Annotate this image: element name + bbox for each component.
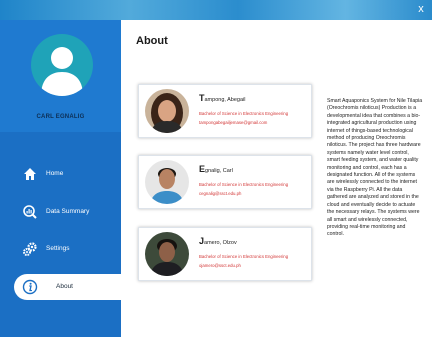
member-email: tampongabegailjemase@gmail.com — [199, 120, 268, 125]
member-degree: Bachelor of Science in Electronics Engin… — [199, 182, 289, 187]
member-name: Egnalig, Carl — [199, 164, 233, 174]
home-icon — [24, 168, 36, 180]
about-window: x CARL EGNALIG Home Data Summary Setting… — [0, 0, 432, 337]
sidebar: CARL EGNALIG Home Data Summary Settings … — [0, 20, 121, 337]
chart-search-icon — [23, 205, 37, 219]
user-silhouette-icon — [41, 47, 83, 96]
avatar — [31, 34, 93, 96]
gears-icon — [23, 242, 37, 256]
member-name: Tampong, Abegail — [199, 93, 245, 103]
user-name: CARL EGNALIG — [36, 114, 85, 120]
member-email: ojamero@ssct.edu.ph — [199, 263, 241, 268]
member-photo-image — [145, 232, 189, 276]
member-card-jamero: Jamero, Olzov Bachelor of Science in Ele… — [138, 227, 312, 281]
sidebar-item-label: Settings — [46, 245, 70, 252]
member-name: Jamero, Olzov — [199, 236, 237, 246]
sidebar-item-home[interactable]: Home — [0, 161, 121, 187]
member-email: cegnalig@ssct.edu.ph — [199, 191, 242, 196]
member-photo-image — [145, 160, 189, 204]
info-icon — [22, 279, 38, 295]
project-description: Smart Aquaponics System for Nile Tilapia… — [327, 98, 423, 238]
member-degree: Bachelor of Science in Electronics Engin… — [199, 254, 289, 259]
sidebar-item-label: Data Summary — [46, 208, 90, 215]
title-bar: x — [0, 0, 432, 20]
member-card-egnalig: Egnalig, Carl Bachelor of Science in Ele… — [138, 155, 312, 209]
close-button[interactable]: x — [414, 2, 428, 16]
member-photo-image — [145, 89, 189, 133]
page-title: About — [136, 35, 168, 47]
member-degree: Bachelor of Science in Electronics Engin… — [199, 111, 289, 116]
main-content: About Tampong, Abegail Bachelor of Scien… — [121, 20, 432, 337]
member-photo — [145, 89, 189, 133]
member-photo — [145, 232, 189, 276]
sidebar-item-data-summary[interactable]: Data Summary — [0, 199, 121, 225]
member-name-rest: gnalig, Carl — [205, 168, 233, 174]
sidebar-item-label: About — [56, 283, 73, 290]
member-photo — [145, 160, 189, 204]
profile-panel: CARL EGNALIG — [0, 20, 121, 132]
member-name-rest: amero, Olzov — [204, 240, 237, 246]
sidebar-item-label: Home — [46, 170, 64, 177]
member-name-rest: ampong, Abegail — [204, 97, 246, 103]
sidebar-item-about[interactable]: About — [14, 274, 121, 300]
sidebar-item-settings[interactable]: Settings — [0, 236, 121, 262]
member-card-tampong: Tampong, Abegail Bachelor of Science in … — [138, 84, 312, 138]
